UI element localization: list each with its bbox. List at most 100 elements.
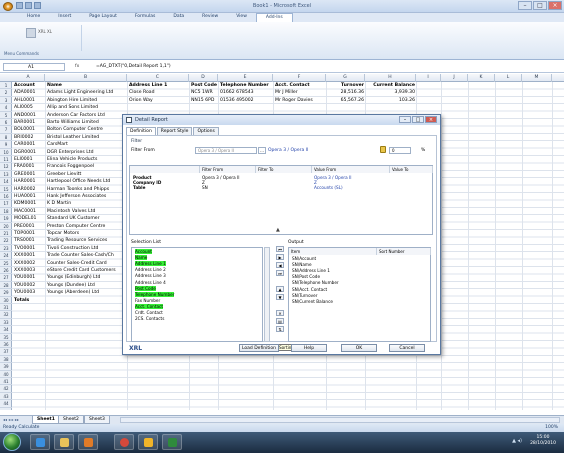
ok-button[interactable]: OK [341,344,377,352]
row-header[interactable]: 4 [0,104,12,112]
cell[interactable]: Youngs (Dundee) Ltd [47,282,126,289]
row-header[interactable]: 21 [0,230,12,238]
move-left-icon[interactable]: ◀ [276,262,284,268]
row-header[interactable]: 28 [0,282,12,290]
cell[interactable]: Barto Williams Limited [47,119,126,126]
properties-icon[interactable]: ▤ [276,318,284,324]
xrl-icon[interactable] [26,28,36,38]
xrl-button-label[interactable]: XRL XL [38,29,52,34]
row-header[interactable]: 22 [0,237,12,245]
cell[interactable]: BRI0002 [14,134,44,141]
delete-icon[interactable]: ✕ [276,310,284,316]
cell[interactable]: Francois Foggenpoel [47,163,126,170]
cell[interactable]: DGR Enterprises Ltd [47,149,126,156]
tab-add-ins[interactable]: Add-Ins [255,13,293,22]
cell[interactable]: NN15 6PD [191,97,217,104]
cell[interactable]: 01536 495002 [220,97,272,104]
clock[interactable]: 15:00 28/10/2010 [530,435,556,447]
explorer-icon[interactable] [54,434,74,450]
tab-view[interactable]: View [227,13,256,22]
close-icon[interactable]: × [548,1,562,10]
row-header[interactable]: 30 [0,297,12,304]
dialog-maximize-icon[interactable]: □ [412,116,424,123]
cell[interactable]: Totals [14,297,44,304]
selection-scrollbar[interactable] [264,247,270,342]
tab-home[interactable]: Home [18,13,49,22]
tab-data[interactable]: Data [164,13,193,22]
column-header[interactable]: D [189,74,218,82]
help-button[interactable]: Help [291,344,327,352]
cell[interactable]: Hartlepool Office Needs Ltd [47,178,126,185]
lock-icon[interactable] [380,146,386,153]
tab-options[interactable]: Options [193,127,219,135]
column-header[interactable]: J [441,74,468,82]
cell[interactable]: Youngs (Edinburgh) Ltd [47,274,126,281]
row-header[interactable]: 9 [0,141,12,149]
cell[interactable]: Topcar Motors [47,230,126,237]
cell[interactable]: Current Balance [367,82,415,89]
row-header[interactable]: 39 [0,363,12,371]
row-header[interactable]: 3 [0,97,12,105]
row-header[interactable]: 40 [0,371,12,378]
chrome-icon[interactable] [114,434,134,450]
cell[interactable]: XXX0002 [14,260,44,267]
cell[interactable]: 3,939.30 [367,89,415,96]
start-button[interactable] [3,433,21,451]
load-definition-button[interactable]: Load Definition [239,344,279,352]
cell[interactable]: Tivoli Construction Ltd [47,245,126,252]
row-header[interactable]: 6 [0,119,12,127]
cell[interactable]: 65,567.26 [328,97,364,104]
row-header[interactable]: 5 [0,112,12,119]
column-header[interactable]: B [45,74,127,82]
cell[interactable]: Abington Hire Limited [47,97,126,104]
row-header[interactable]: 38 [0,356,12,364]
cell[interactable]: Mr Roger Davies [275,97,325,104]
cell[interactable]: Name [47,82,126,89]
tab-report-style[interactable]: Report Style [156,127,193,135]
selection-list[interactable]: Account Name Address Line 1 Address Line 2A… [131,247,263,342]
row-header[interactable]: 18 [0,208,12,216]
system-tray-icon[interactable]: ▲ ◂) [512,438,522,444]
column-header[interactable]: L [495,74,522,82]
cell[interactable]: Trade Counter Sales-Cash/Ch [47,252,126,259]
cell[interactable]: FRA0001 [14,163,44,170]
cell[interactable]: Preston Computer Centre [47,223,126,230]
column-header[interactable]: G [326,74,365,82]
row-header[interactable]: 23 [0,245,12,253]
row-header[interactable]: 27 [0,274,12,282]
sheet-tab-3[interactable]: Sheet3 [84,416,110,424]
dialog-close-icon[interactable]: × [425,116,437,123]
formula-input[interactable]: =AG_DTXT("0,Detail Report 1,1") [96,63,556,71]
tab-definition[interactable]: Definition [126,127,156,135]
column-header[interactable]: M [522,74,552,82]
cell[interactable]: Bristol Leather Limited [47,134,126,141]
cell[interactable]: ELI0001 [14,156,44,163]
row-header[interactable]: 29 [0,289,12,297]
cell[interactable]: YOU0002 [14,282,44,289]
sheet-tab-1[interactable]: Sheet1 [32,416,60,424]
minimize-icon[interactable]: – [518,1,532,10]
cell[interactable]: 28,516.36 [328,89,364,96]
cell[interactable]: PRE0001 [14,223,44,230]
cell[interactable]: Harman Toonks and Phipps [47,186,126,193]
cell[interactable]: XXX0003 [14,267,44,274]
row-header[interactable]: 26 [0,267,12,275]
cell[interactable]: ALI0005 [14,104,44,111]
row-header[interactable]: 12 [0,163,12,171]
cell[interactable]: Standard UK Customer [47,215,126,222]
column-header[interactable]: I [416,74,441,82]
sheet-tab-2[interactable]: Sheet2 [58,416,84,424]
cell[interactable]: Address Line 1 [129,82,188,89]
column-header[interactable]: C [127,74,189,82]
zoom-level[interactable]: 100% [545,424,558,432]
filter-from-field[interactable]: Opera 3 / Opera II [195,147,257,154]
column-header[interactable]: E [218,74,273,82]
cell[interactable]: HUA0001 [14,193,44,200]
cell[interactable]: Account [14,82,44,89]
row-header[interactable]: 44 [0,400,12,408]
cell[interactable]: Turnover [328,82,364,89]
row-header[interactable]: 37 [0,348,12,356]
cell[interactable]: TOP0001 [14,230,44,237]
collapse-arrow-icon[interactable]: ▲ [276,227,280,233]
row-header[interactable]: 16 [0,193,12,201]
